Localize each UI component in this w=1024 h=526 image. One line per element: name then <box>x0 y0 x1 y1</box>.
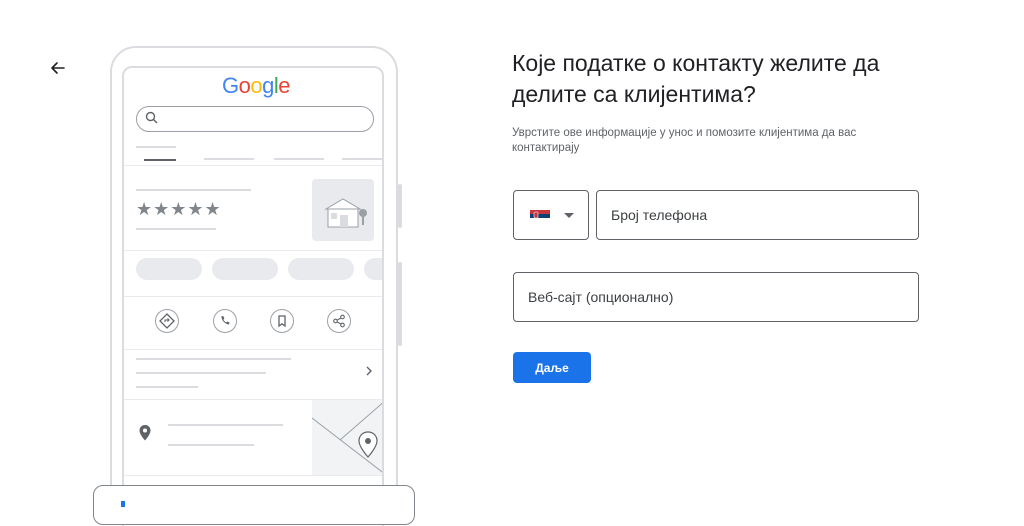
business-photo <box>312 179 374 241</box>
text-line <box>136 189 251 191</box>
chip-placeholder <box>212 258 278 280</box>
search-icon <box>145 111 158 124</box>
tab-line <box>204 158 254 160</box>
text-line <box>136 358 291 360</box>
divider <box>124 165 382 166</box>
location-pin-icon <box>139 425 151 441</box>
bookmark-icon <box>270 309 294 333</box>
chip-placeholder <box>288 258 354 280</box>
google-logo: Google <box>222 73 291 98</box>
chip-placeholder <box>136 258 202 280</box>
divider <box>124 475 382 476</box>
serbia-flag-icon <box>530 210 550 222</box>
rating-stars: ★★★★★ <box>136 199 222 219</box>
tab-line <box>136 146 176 148</box>
bottom-card <box>93 485 415 525</box>
chip-placeholder <box>364 258 382 280</box>
chevron-right-icon <box>366 366 372 376</box>
arrow-drop-down-icon <box>564 213 574 218</box>
map-icon <box>311 402 382 473</box>
card-accent <box>121 501 125 507</box>
phone-side-button <box>398 262 402 346</box>
text-line <box>136 386 198 388</box>
text-line <box>136 372 266 374</box>
back-button[interactable] <box>44 54 72 82</box>
text-line <box>136 228 216 230</box>
storefront-icon <box>324 198 367 228</box>
text-line <box>168 424 283 426</box>
arrow-back-icon <box>51 62 65 74</box>
page-subtitle: Уврстите ове информације у унос и помози… <box>512 127 857 154</box>
search-bar <box>136 106 374 132</box>
country-code-select[interactable] <box>513 190 589 240</box>
divider <box>124 349 382 350</box>
website-input[interactable] <box>514 273 918 321</box>
text-line <box>168 444 254 446</box>
divider <box>124 296 382 297</box>
map-thumbnail <box>311 400 382 475</box>
phone-number-input[interactable] <box>597 191 918 239</box>
tab-line <box>342 158 382 160</box>
phone-side-button <box>398 184 402 228</box>
phone-screen: Google ★★★★★ <box>122 66 384 526</box>
phone-icon <box>213 309 237 333</box>
page-title: Које податке о контакту желите да делите… <box>512 50 880 107</box>
phone-number-field[interactable] <box>596 190 919 240</box>
website-field[interactable] <box>513 272 919 322</box>
tab-line-active <box>144 159 176 161</box>
directions-icon <box>155 309 179 333</box>
share-icon <box>327 309 351 333</box>
tab-line <box>274 158 324 160</box>
divider <box>124 250 382 251</box>
next-button[interactable]: Даље <box>513 352 591 383</box>
